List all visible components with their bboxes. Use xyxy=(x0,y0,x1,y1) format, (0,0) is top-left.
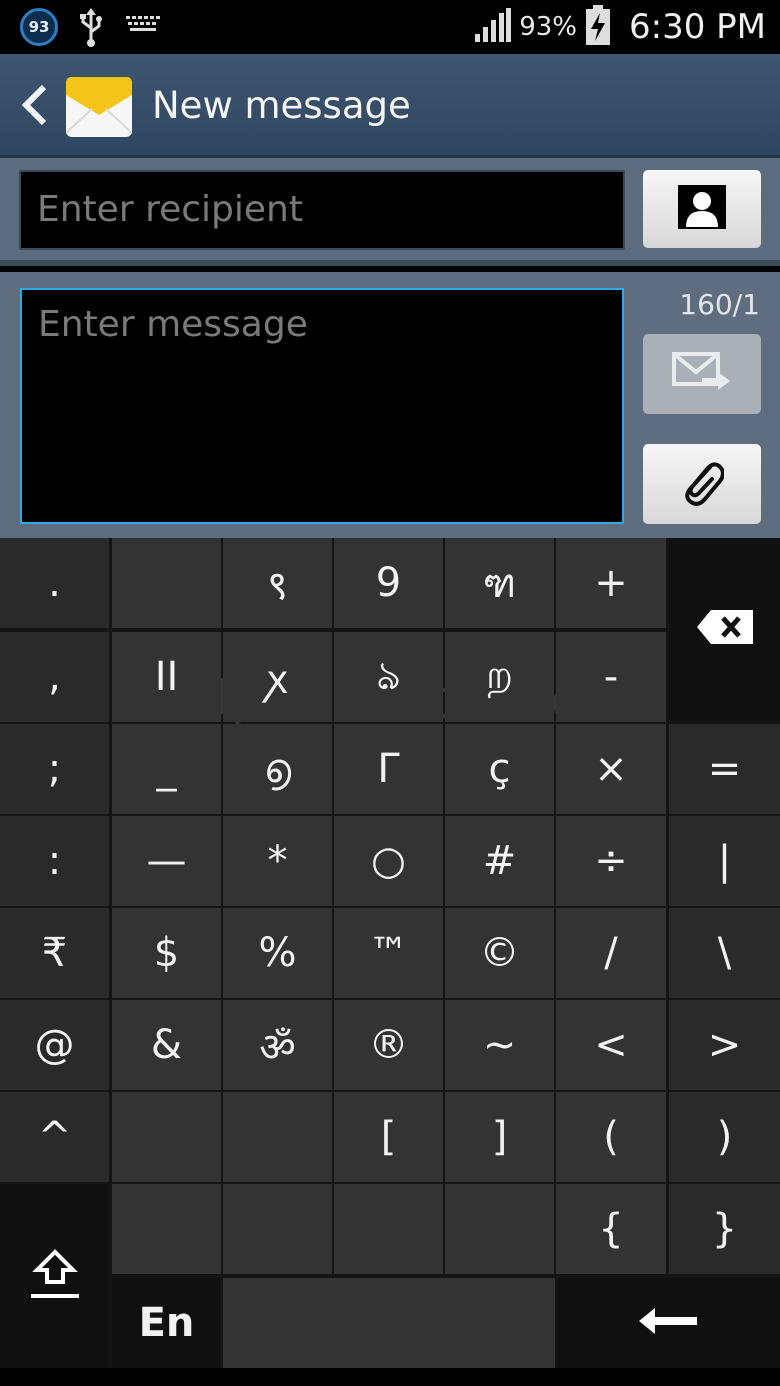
symbol-key[interactable]: ॐ xyxy=(223,1000,332,1090)
shift-button[interactable] xyxy=(0,1184,109,1368)
blank-key[interactable] xyxy=(445,1184,554,1274)
symbol-key[interactable]: & xyxy=(112,1000,221,1090)
battery-percent: 93% xyxy=(519,12,577,42)
keyboard-icon xyxy=(126,14,160,40)
symbol-keyboard: UpdateStar.com .९9ฑ+,IIꭗঌற-;_൭Γç×=:—*○#÷… xyxy=(0,538,780,1368)
symbol-key[interactable]: = xyxy=(669,724,780,814)
character-counter: 160/1 xyxy=(679,288,760,321)
signal-icon xyxy=(475,8,512,46)
symbol-key[interactable]: II xyxy=(112,632,221,722)
symbol-key[interactable]: ; xyxy=(0,724,109,814)
usb-icon xyxy=(78,8,104,52)
symbol-key[interactable]: ® xyxy=(334,1000,443,1090)
symbol-key[interactable]: ९ xyxy=(223,538,332,628)
symbol-key[interactable]: ฑ xyxy=(445,538,554,628)
blank-key[interactable] xyxy=(223,1184,332,1274)
shift-arrow-icon xyxy=(29,1248,81,1304)
language-key[interactable]: En xyxy=(112,1278,221,1368)
recipient-input[interactable]: Enter recipient xyxy=(19,170,625,250)
enter-arrow-icon xyxy=(639,1306,699,1340)
symbol-key[interactable]: + xyxy=(556,538,666,628)
space-bar[interactable] xyxy=(223,1278,555,1368)
symbol-key[interactable]: ற xyxy=(445,632,554,722)
blank-key[interactable] xyxy=(112,1092,221,1182)
symbol-key[interactable]: 9 xyxy=(334,538,443,628)
symbol-key[interactable]: [ xyxy=(334,1092,443,1182)
symbol-key[interactable]: ঌ xyxy=(334,632,443,722)
symbol-key[interactable]: ○ xyxy=(334,816,443,906)
attach-button[interactable] xyxy=(643,444,761,524)
symbol-key[interactable]: ꭗ xyxy=(223,632,332,722)
add-contact-button[interactable] xyxy=(643,170,761,248)
symbol-key[interactable]: ] xyxy=(445,1092,554,1182)
back-button[interactable] xyxy=(14,82,54,132)
symbol-key[interactable]: Γ xyxy=(334,724,443,814)
status-bar: 93 93% 6:30 PM xyxy=(0,0,780,54)
symbol-key[interactable]: © xyxy=(445,908,554,998)
contact-icon xyxy=(678,185,726,233)
backspace-button[interactable] xyxy=(669,538,780,720)
symbol-key[interactable]: _ xyxy=(112,724,221,814)
notification-count-badge: 93 xyxy=(20,8,58,46)
paperclip-icon xyxy=(680,457,725,511)
symbol-key[interactable]: - xyxy=(556,632,666,722)
compose-area: Enter message 160/1 xyxy=(0,272,780,538)
send-button[interactable] xyxy=(643,334,761,414)
symbol-key[interactable]: ^ xyxy=(0,1092,109,1182)
back-arrow-icon xyxy=(20,83,48,131)
message-input[interactable]: Enter message xyxy=(20,288,624,524)
bottom-border xyxy=(0,1368,780,1386)
symbol-key[interactable]: ) xyxy=(669,1092,780,1182)
enter-button[interactable] xyxy=(558,1278,780,1368)
symbol-key[interactable]: % xyxy=(223,908,332,998)
symbol-key[interactable]: < xyxy=(556,1000,666,1090)
symbol-key[interactable]: ç xyxy=(445,724,554,814)
symbol-key[interactable]: ₹ xyxy=(0,908,109,998)
symbol-key[interactable]: / xyxy=(556,908,666,998)
symbol-key[interactable]: @ xyxy=(0,1000,109,1090)
symbol-key[interactable]: > xyxy=(669,1000,780,1090)
blank-key[interactable] xyxy=(112,1184,221,1274)
message-envelope-icon xyxy=(65,73,133,139)
send-message-icon xyxy=(672,350,732,398)
symbol-key[interactable]: ~ xyxy=(445,1000,554,1090)
backspace-icon xyxy=(696,610,753,648)
symbol-key[interactable]: . xyxy=(0,538,109,628)
symbol-key[interactable]: : xyxy=(0,816,109,906)
symbol-key[interactable]: ™ xyxy=(334,908,443,998)
battery-charging-icon xyxy=(585,5,611,49)
action-bar: New message xyxy=(0,54,780,158)
page-title: New message xyxy=(152,84,411,127)
blank-key[interactable] xyxy=(334,1184,443,1274)
symbol-key[interactable]: ÷ xyxy=(556,816,666,906)
symbol-key[interactable]: ൭ xyxy=(223,724,332,814)
symbol-key[interactable]: # xyxy=(445,816,554,906)
symbol-key[interactable]: \ xyxy=(669,908,780,998)
blank-key[interactable] xyxy=(112,538,221,628)
symbol-key[interactable]: , xyxy=(0,632,109,722)
recipient-bar: Enter recipient xyxy=(0,158,780,266)
symbol-key[interactable]: } xyxy=(669,1184,780,1274)
clock: 6:30 PM xyxy=(629,7,766,47)
symbol-key[interactable]: — xyxy=(112,816,221,906)
symbol-key[interactable]: ( xyxy=(556,1092,666,1182)
symbol-key[interactable]: × xyxy=(556,724,666,814)
symbol-key[interactable]: * xyxy=(223,816,332,906)
blank-key[interactable] xyxy=(223,1092,332,1182)
symbol-key[interactable]: | xyxy=(669,816,780,906)
symbol-key[interactable]: $ xyxy=(112,908,221,998)
symbol-key[interactable]: { xyxy=(556,1184,666,1274)
